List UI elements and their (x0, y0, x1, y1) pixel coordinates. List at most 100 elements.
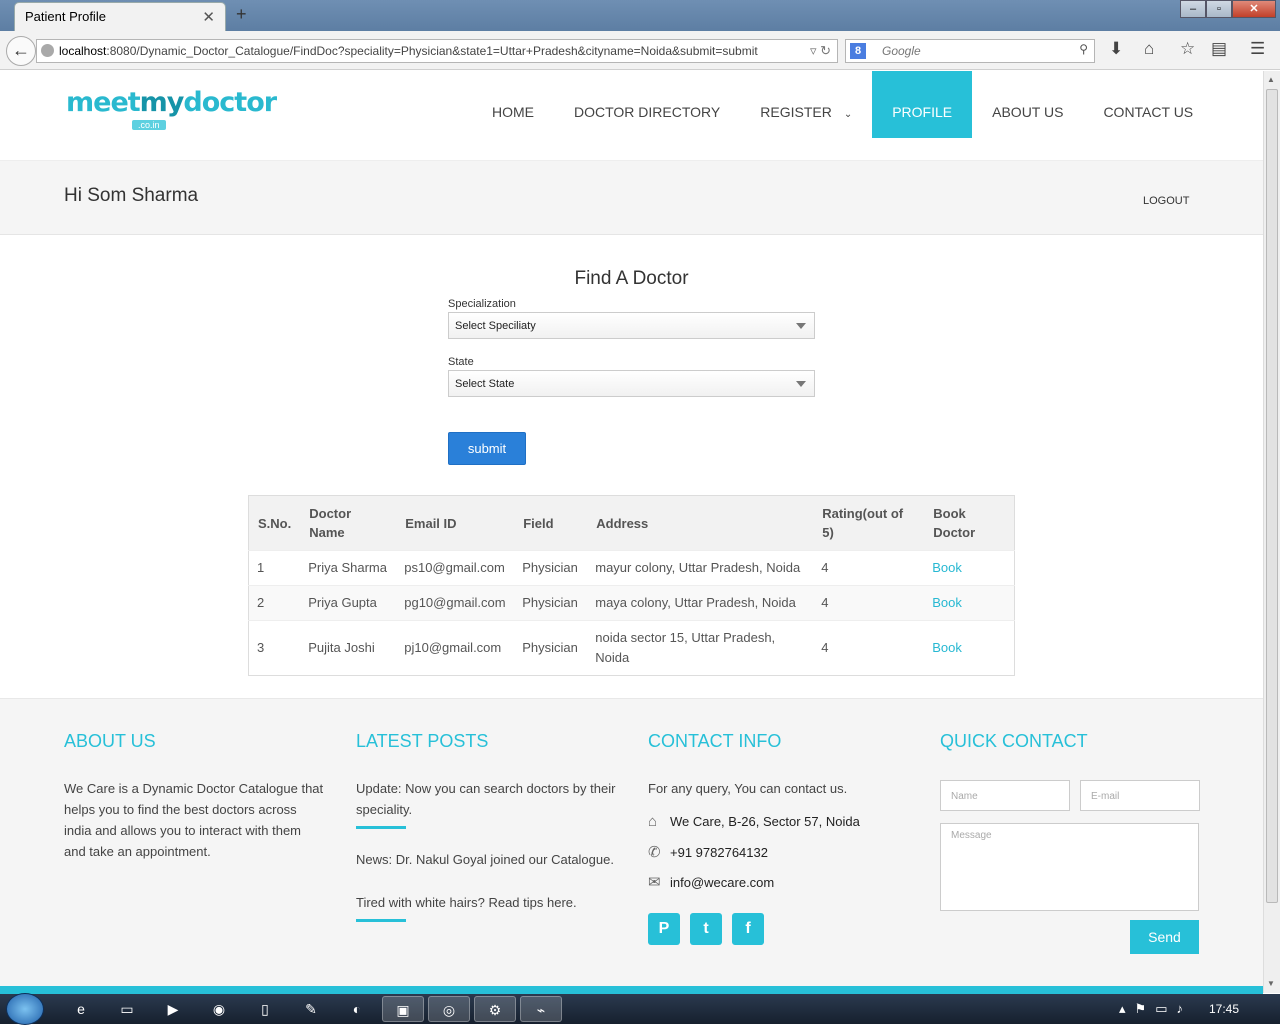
table-row: 1 Priya Sharma ps10@gmail.com Physician … (248, 550, 1015, 586)
post-item[interactable]: News: Dr. Nakul Goyal joined our Catalog… (356, 849, 618, 870)
clock[interactable]: 17:45 (1209, 1002, 1239, 1016)
site-footer: ABOUT US We Care is a Dynamic Doctor Cat… (0, 698, 1263, 986)
footer-about-text: We Care is a Dynamic Doctor Catalogue th… (64, 781, 324, 859)
find-doctor-form: Find A Doctor Specialization Select Spec… (448, 268, 815, 465)
chrome-icon[interactable]: ◉ (198, 996, 240, 1022)
quick-message-field[interactable]: Message (940, 823, 1199, 911)
scroll-thumb[interactable] (1266, 89, 1278, 903)
post-item[interactable]: Update: Now you can search doctors by th… (356, 778, 618, 829)
tray-icons[interactable]: ▴⚑▭♪ (1119, 1001, 1192, 1017)
close-tab-icon[interactable]: ✕ (202, 8, 215, 26)
footer-accent-strip (0, 986, 1263, 994)
nav-contact-us[interactable]: CONTACT US (1083, 71, 1213, 138)
address-bar[interactable]: localhost:8080/Dynamic_Doctor_Catalogue/… (36, 39, 838, 63)
editor-icon[interactable]: ✎ (290, 996, 332, 1022)
ie-icon[interactable]: e (60, 996, 102, 1022)
scroll-down-arrow[interactable]: ▼ (1267, 979, 1275, 988)
nav-profile[interactable]: PROFILE (872, 71, 973, 138)
envelope-icon: ✉ (648, 874, 661, 891)
start-button[interactable] (6, 993, 44, 1025)
tool-icon[interactable]: ⌁ (520, 996, 562, 1022)
cell-address: mayur colony, Uttar Pradesh, Noida (587, 550, 814, 586)
eclipse-icon[interactable]: ◐ (336, 996, 378, 1022)
app-icon[interactable]: ▣ (382, 996, 424, 1022)
contact-email: ✉ info@wecare.com (648, 874, 775, 891)
social-links: P t f (648, 913, 918, 945)
nav-register[interactable]: REGISTER ⌄ (740, 71, 872, 138)
quick-email-field[interactable]: E-mail (1080, 780, 1200, 811)
cell-email: pj10@gmail.com (396, 620, 515, 676)
firefox-icon[interactable]: ◎ (428, 996, 470, 1022)
search-box[interactable]: 8 Google ⚲ (845, 39, 1095, 63)
dropdown-arrow-icon (796, 381, 806, 387)
site-header: meetmydoctor .co.in HOME DOCTOR DIRECTOR… (0, 71, 1263, 160)
browser-tab-strip: Patient Profile ✕ + – ▫ ✕ (0, 0, 1280, 31)
scroll-up-arrow[interactable]: ▲ (1267, 75, 1275, 84)
browser-tab[interactable]: Patient Profile ✕ (14, 2, 226, 31)
notepad-icon[interactable]: ▯ (244, 996, 286, 1022)
reading-list-icon[interactable]: ▤ (1211, 39, 1227, 59)
maximize-button[interactable]: ▫ (1206, 0, 1232, 18)
close-window-button[interactable]: ✕ (1232, 0, 1276, 18)
cell-email: ps10@gmail.com (396, 550, 515, 586)
cell-sno: 2 (248, 585, 301, 621)
nav-doctor-directory[interactable]: DOCTOR DIRECTORY (554, 71, 740, 138)
cell-rating: 4 (813, 550, 925, 586)
site-logo[interactable]: meetmydoctor .co.in (66, 87, 277, 130)
cell-rating: 4 (813, 620, 925, 676)
logo-text: meetmydoctor (66, 87, 277, 118)
doctor-results-table: S.No. Doctor Name Email ID Field Address… (248, 495, 1015, 676)
media-player-icon[interactable]: ▶ (152, 996, 194, 1022)
cell-email: pg10@gmail.com (396, 585, 515, 621)
form-title: Find A Doctor (574, 268, 689, 289)
footer-about-title: ABOUT US (64, 731, 156, 751)
page-scrollbar[interactable]: ▲ ▼ (1263, 71, 1280, 993)
new-tab-button[interactable]: + (236, 4, 247, 25)
cell-field: Physician (514, 550, 588, 586)
greeting: Hi Som Sharma (64, 185, 199, 206)
window-controls: – ▫ ✕ (1180, 0, 1276, 18)
post-item[interactable]: Tired with white hairs? Read tips here. (356, 892, 618, 922)
bookmark-star-icon[interactable]: ☆ (1180, 39, 1195, 59)
state-select[interactable]: Select State (448, 370, 815, 397)
chevron-down-icon: ⌄ (843, 109, 853, 120)
globe-icon (41, 44, 54, 57)
footer-contact-info: CONTACT INFO For any query, You can cont… (648, 731, 918, 945)
table-row: 2 Priya Gupta pg10@gmail.com Physician m… (248, 585, 1015, 621)
magnifier-icon[interactable]: ⚲ (1079, 42, 1088, 56)
reload-icon[interactable]: ▿ ↻ (810, 43, 831, 59)
col-address: Address (587, 495, 814, 551)
footer-quick-contact: QUICK CONTACT (940, 731, 1200, 778)
cell-name: Priya Sharma (300, 550, 397, 586)
explorer-icon[interactable]: ▭ (106, 996, 148, 1022)
url-host: localhost (59, 44, 107, 58)
contact-phone: ✆ +91 9782764132 (648, 844, 768, 861)
book-link[interactable]: Book (924, 550, 1015, 586)
home-icon[interactable]: ⌂ (1144, 39, 1154, 59)
cell-name: Pujita Joshi (300, 620, 397, 676)
menu-icon[interactable]: ☰ (1250, 39, 1265, 59)
quick-name-field[interactable]: Name (940, 780, 1070, 811)
search-engine-icon[interactable]: 8 (850, 43, 866, 59)
minimize-button[interactable]: – (1180, 0, 1206, 18)
logout-link[interactable]: LOGOUT (1143, 195, 1189, 207)
settings-icon[interactable]: ⚙ (474, 996, 516, 1022)
specialization-select[interactable]: Select Speciliaty (448, 312, 815, 339)
back-button[interactable]: ← (6, 36, 36, 66)
send-button[interactable]: Send (1130, 920, 1199, 954)
phone-icon: ✆ (648, 844, 661, 861)
footer-posts-title: LATEST POSTS (356, 731, 489, 751)
table-row: 3 Pujita Joshi pj10@gmail.com Physician … (248, 620, 1015, 676)
submit-button[interactable]: submit (448, 432, 526, 465)
book-link[interactable]: Book (924, 620, 1015, 676)
facebook-icon[interactable]: f (732, 913, 764, 945)
tab-title: Patient Profile (25, 9, 106, 24)
col-rating: Rating(out of 5) (813, 495, 925, 551)
cell-address: maya colony, Uttar Pradesh, Noida (587, 585, 814, 621)
twitter-icon[interactable]: t (690, 913, 722, 945)
book-link[interactable]: Book (924, 585, 1015, 621)
nav-about-us[interactable]: ABOUT US (972, 71, 1083, 138)
download-icon[interactable]: ⬇ (1109, 39, 1123, 59)
nav-home[interactable]: HOME (472, 71, 554, 138)
pinterest-icon[interactable]: P (648, 913, 680, 945)
